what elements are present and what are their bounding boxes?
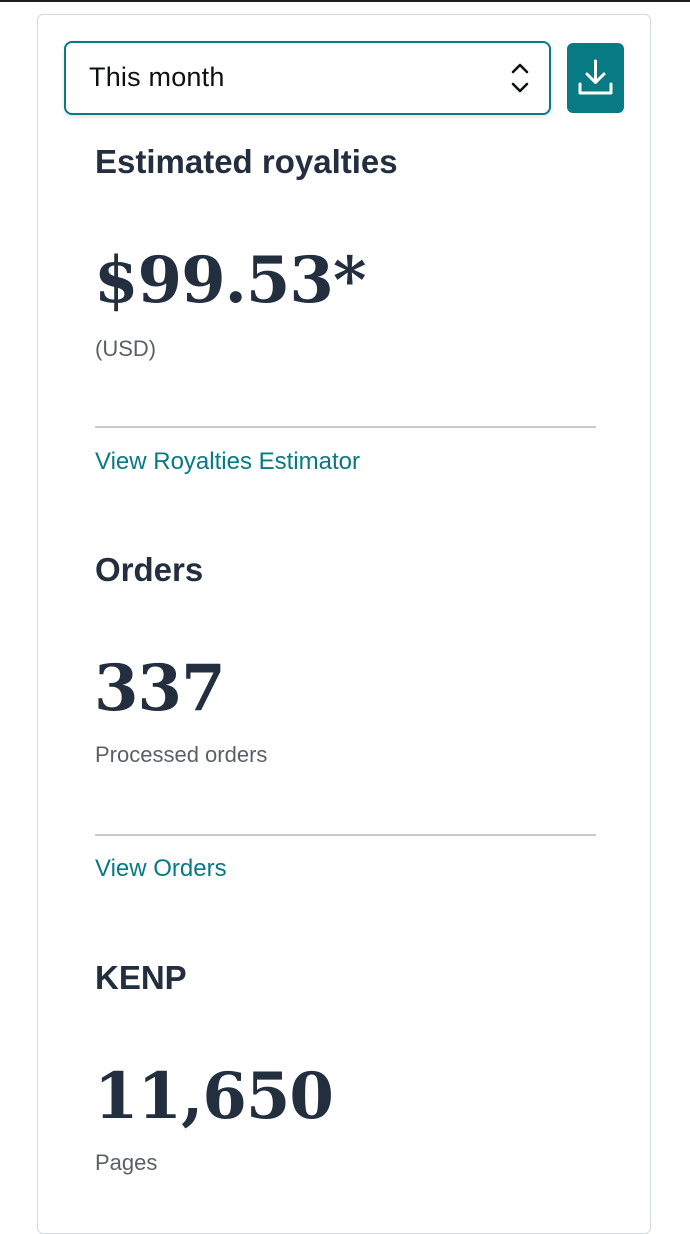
top-divider	[0, 0, 690, 2]
orders-count: 337	[94, 651, 226, 726]
date-range-select[interactable]: This month	[64, 41, 551, 115]
kenp-label: Pages	[95, 1150, 158, 1175]
orders-title: Orders	[95, 551, 204, 588]
kenp-title: KENP	[95, 959, 187, 996]
dashboard-card	[37, 14, 651, 1234]
download-button[interactable]	[567, 43, 624, 113]
date-range-value: This month	[89, 62, 225, 92]
royalties-currency: (USD)	[95, 336, 157, 361]
download-icon	[578, 59, 613, 95]
orders-label: Processed orders	[95, 742, 268, 767]
kenp-count: 11,650	[94, 1059, 334, 1134]
royalties-title: Estimated royalties	[95, 143, 398, 180]
view-orders-link[interactable]: View Orders	[95, 855, 227, 883]
view-royalties-estimator-link[interactable]: View Royalties Estimator	[95, 448, 360, 476]
chevron-up-down-icon	[509, 60, 531, 96]
royalties-divider	[95, 426, 596, 428]
orders-divider	[95, 834, 596, 836]
royalties-amount: $99.53*	[94, 243, 366, 318]
